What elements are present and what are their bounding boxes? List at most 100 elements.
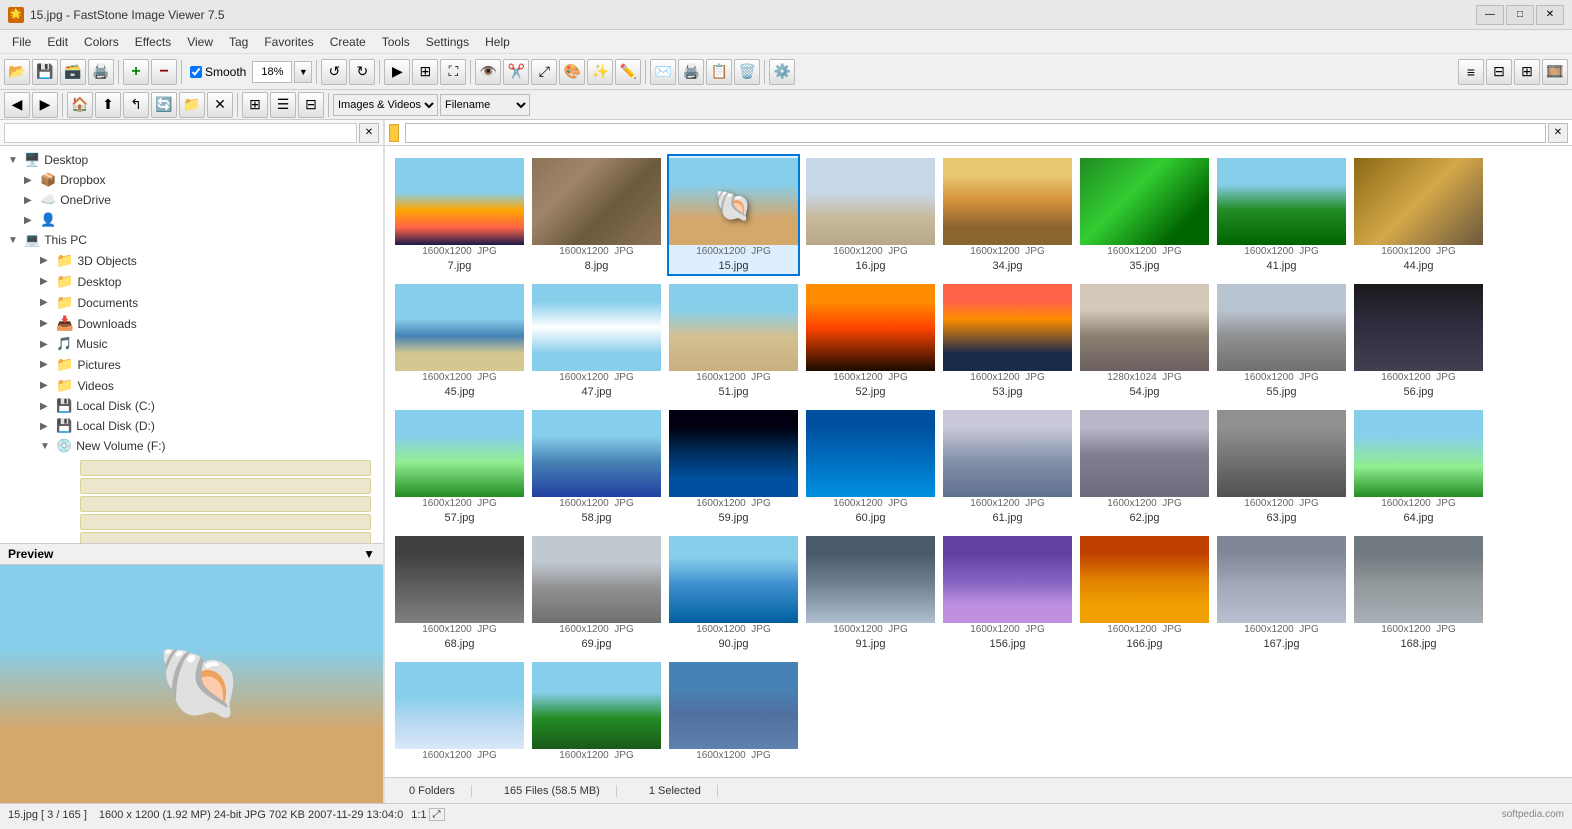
nav-new-folder-button[interactable]: 📁 <box>179 92 205 118</box>
menu-settings[interactable]: Settings <box>418 33 477 51</box>
tree-item-downloads[interactable]: ▶ 📥 Downloads <box>4 313 379 334</box>
tree-expand-local-d[interactable]: ▶ <box>40 421 52 432</box>
nav-root-button[interactable]: 🏠 <box>67 92 93 118</box>
save-as-button[interactable]: 🗃️ <box>60 59 86 85</box>
smooth-label[interactable]: Smooth <box>205 65 246 79</box>
tree-expand-3dobjects[interactable]: ▶ <box>40 255 52 266</box>
smooth-checkbox[interactable] <box>190 66 202 78</box>
effects-button[interactable]: ✨ <box>587 59 613 85</box>
nav-columns-button[interactable]: ⊞ <box>242 92 268 118</box>
volume-f-item-5[interactable] <box>80 532 371 543</box>
tree-expand-downloads[interactable]: ▶ <box>40 318 52 329</box>
thumb-bottom-1[interactable]: 1600x1200 JPG <box>393 658 526 766</box>
sort-dropdown[interactable]: Filename Date Modified File Size <box>440 94 530 116</box>
tree-expand-music[interactable]: ▶ <box>40 339 52 350</box>
menu-help[interactable]: Help <box>477 33 518 51</box>
tree-item-desktop[interactable]: ▼ 🖥️ Desktop <box>4 150 379 170</box>
tree-item-videos[interactable]: ▶ 📁 Videos <box>4 375 379 396</box>
thumb-55jpg[interactable]: 1600x1200 JPG 55.jpg <box>1215 280 1348 402</box>
crop-button[interactable]: ✂️ <box>503 59 529 85</box>
volume-f-item-4[interactable] <box>80 514 371 530</box>
thumb-53jpg[interactable]: 1600x1200 JPG 53.jpg <box>941 280 1074 402</box>
zoom-input[interactable] <box>252 61 292 83</box>
tree-item-music[interactable]: ▶ 🎵 Music <box>4 334 379 354</box>
menu-favorites[interactable]: Favorites <box>256 33 321 51</box>
fullscreen-button[interactable]: ⛶ <box>440 59 466 85</box>
thumb-7jpg[interactable]: 1600x1200 JPG 7.jpg <box>393 154 526 276</box>
thumb-15jpg[interactable]: 🐚 1600x1200 JPG 15.jpg <box>667 154 800 276</box>
menu-tag[interactable]: Tag <box>221 33 256 51</box>
tree-item-local-d[interactable]: ▶ 💾 Local Disk (D:) <box>4 416 379 436</box>
tree-path-input[interactable] <box>4 123 357 143</box>
thumb-166jpg[interactable]: 1600x1200 JPG 166.jpg <box>1078 532 1211 654</box>
minimize-button[interactable]: — <box>1476 5 1504 25</box>
zoom-in-button[interactable]: + <box>123 59 149 85</box>
tree-item-pictures[interactable]: ▶ 📁 Pictures <box>4 354 379 375</box>
tree-expand-videos[interactable]: ▶ <box>40 380 52 391</box>
tree-item-documents[interactable]: ▶ 📁 Documents <box>4 292 379 313</box>
tree-expand-user[interactable]: ▶ <box>24 215 36 226</box>
print2-button[interactable]: 🖨️ <box>678 59 704 85</box>
tree-item-3dobjects[interactable]: ▶ 📁 3D Objects <box>4 250 379 271</box>
settings-button[interactable]: ⚙️ <box>769 59 795 85</box>
volume-f-item-1[interactable] <box>80 460 371 476</box>
thumb-34jpg[interactable]: 1600x1200 JPG 34.jpg <box>941 154 1074 276</box>
menu-file[interactable]: File <box>4 33 39 51</box>
email-button[interactable]: ✉️ <box>650 59 676 85</box>
tree-expand-onedrive[interactable]: ▶ <box>24 195 36 206</box>
thumb-57jpg[interactable]: 1600x1200 JPG 57.jpg <box>393 406 526 528</box>
thumb-62jpg[interactable]: 1600x1200 JPG 62.jpg <box>1078 406 1211 528</box>
thumb-54jpg[interactable]: 1280x1024 JPG 54.jpg <box>1078 280 1211 402</box>
preview-image-area[interactable] <box>0 565 383 803</box>
thumb-16jpg[interactable]: 1600x1200 JPG 16.jpg <box>804 154 937 276</box>
view-details-button[interactable]: ≡ <box>1458 59 1484 85</box>
tree-expand-desktop2[interactable]: ▶ <box>40 276 52 287</box>
menu-colors[interactable]: Colors <box>76 33 127 51</box>
nav-up-button[interactable]: ⬆ <box>95 92 121 118</box>
thumb-68jpg[interactable]: 1600x1200 JPG 68.jpg <box>393 532 526 654</box>
thumb-35jpg[interactable]: 1600x1200 JPG 35.jpg <box>1078 154 1211 276</box>
tree-item-dropbox[interactable]: ▶ 📦 Dropbox <box>4 170 379 190</box>
zoom-out-button[interactable]: − <box>151 59 177 85</box>
tree-expand-documents[interactable]: ▶ <box>40 297 52 308</box>
color-button[interactable]: 🎨 <box>559 59 585 85</box>
nav-delete-button[interactable]: ✕ <box>207 92 233 118</box>
folder-tree[interactable]: ▼ 🖥️ Desktop ▶ 📦 Dropbox ▶ ☁️ OneDrive ▶… <box>0 146 383 543</box>
tree-item-onedrive[interactable]: ▶ ☁️ OneDrive <box>4 190 379 210</box>
tree-item-user[interactable]: ▶ 👤 <box>4 210 379 230</box>
filter-dropdown[interactable]: Images & Videos All Files Images Only <box>333 94 438 116</box>
menu-view[interactable]: View <box>179 33 221 51</box>
nav-refresh-button[interactable]: 🔄 <box>151 92 177 118</box>
red-eye-button[interactable]: 👁️ <box>475 59 501 85</box>
thumb-63jpg[interactable]: 1600x1200 JPG 63.jpg <box>1215 406 1348 528</box>
nav-forward-button[interactable]: ▶ <box>32 92 58 118</box>
thumb-61jpg[interactable]: 1600x1200 JPG 61.jpg <box>941 406 1074 528</box>
nav-thumb2-button[interactable]: ⊟ <box>298 92 324 118</box>
tree-item-local-c[interactable]: ▶ 💾 Local Disk (C:) <box>4 396 379 416</box>
rotate-right-button[interactable]: ↻ <box>349 59 375 85</box>
draw-button[interactable]: ✏️ <box>615 59 641 85</box>
menu-effects[interactable]: Effects <box>127 33 179 51</box>
thumb-51jpg[interactable]: 1600x1200 JPG 51.jpg <box>667 280 800 402</box>
info-fit-button[interactable]: ⤢ <box>429 808 445 821</box>
thumb-90jpg[interactable]: 1600x1200 JPG 90.jpg <box>667 532 800 654</box>
thumb-91jpg[interactable]: 1600x1200 JPG 91.jpg <box>804 532 937 654</box>
delete-button[interactable]: 🗑️ <box>734 59 760 85</box>
tree-item-thispc[interactable]: ▼ 💻 This PC <box>4 230 379 250</box>
thumb-64jpg[interactable]: 1600x1200 JPG 64.jpg <box>1352 406 1485 528</box>
preview-collapse-button[interactable]: ▼ <box>363 547 375 561</box>
tree-item-desktop2[interactable]: ▶ 📁 Desktop <box>4 271 379 292</box>
close-button[interactable]: ✕ <box>1536 5 1564 25</box>
thumb-56jpg[interactable]: 1600x1200 JPG 56.jpg <box>1352 280 1485 402</box>
info-1to1-button[interactable]: 1:1 <box>411 809 426 821</box>
thumb-bottom-2[interactable]: 1600x1200 JPG <box>530 658 663 766</box>
thumb-8jpg[interactable]: 1600x1200 JPG 8.jpg <box>530 154 663 276</box>
tree-expand-local-c[interactable]: ▶ <box>40 401 52 412</box>
menu-create[interactable]: Create <box>322 33 374 51</box>
volume-f-item-2[interactable] <box>80 478 371 494</box>
thumb-69jpg[interactable]: 1600x1200 JPG 69.jpg <box>530 532 663 654</box>
view-thumb-button[interactable]: ⊞ <box>1514 59 1540 85</box>
nav-parent-button[interactable]: ↰ <box>123 92 149 118</box>
tree-expand-desktop[interactable]: ▼ <box>8 155 20 166</box>
thumb-bottom-3[interactable]: 1600x1200 JPG <box>667 658 800 766</box>
